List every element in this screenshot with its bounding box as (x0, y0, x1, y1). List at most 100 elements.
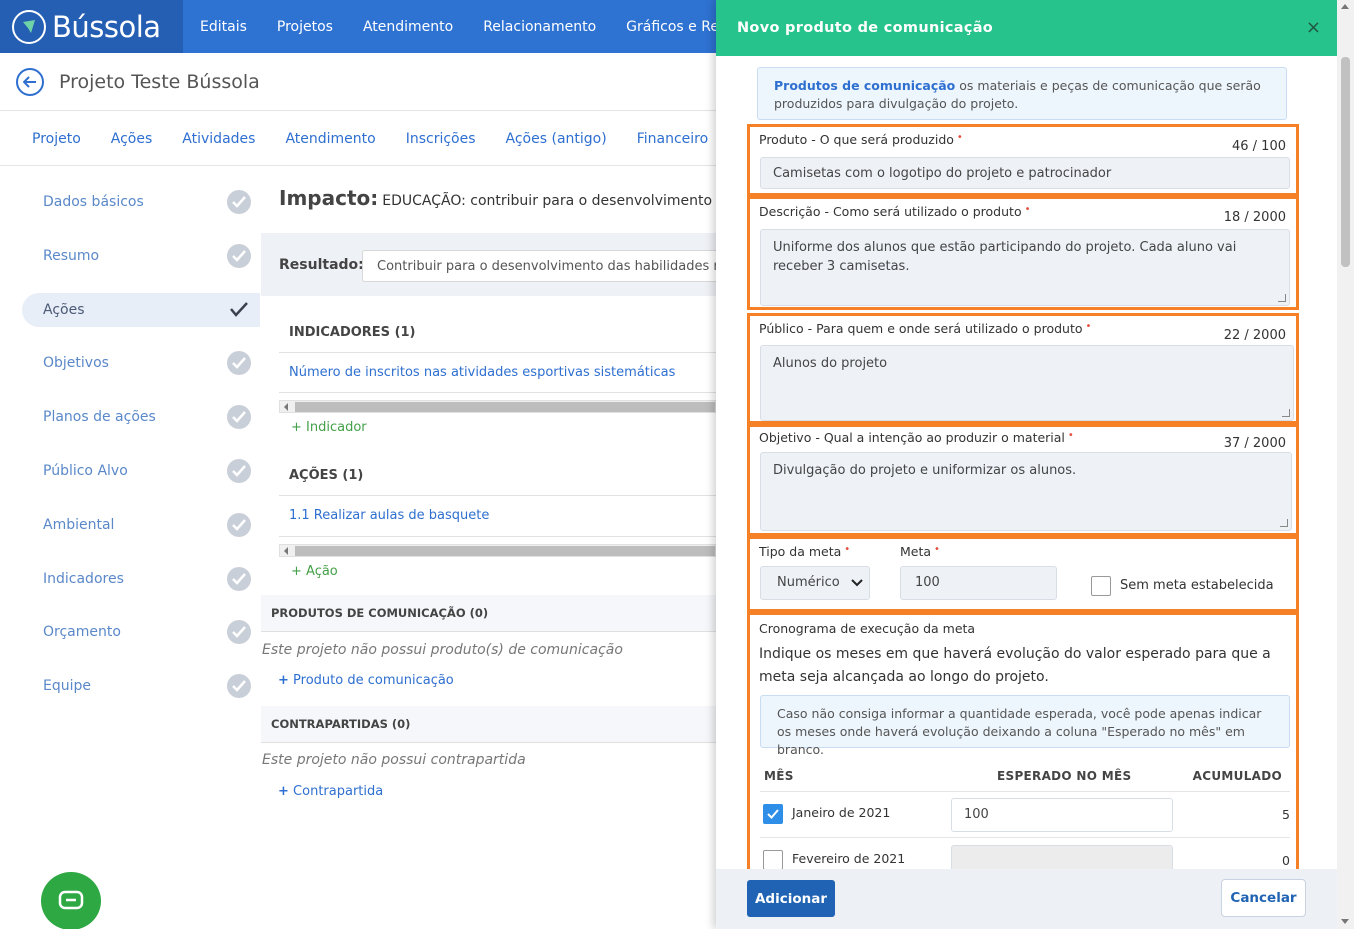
tab-projeto[interactable]: Projeto (32, 131, 81, 147)
horizontal-scrollbar[interactable] (279, 544, 716, 557)
products-empty-text: Este projeto não possui produto(s) de co… (262, 642, 623, 658)
resize-handle[interactable] (1278, 294, 1286, 302)
close-icon[interactable]: × (1306, 17, 1321, 38)
month-checkbox[interactable] (763, 804, 783, 824)
tab-atividades[interactable]: Atividades (182, 131, 255, 147)
nav-relacionamento[interactable]: Relacionamento (483, 19, 596, 35)
nav-editais[interactable]: Editais (200, 19, 247, 35)
indicator-link[interactable]: Número de inscritos nas atividades espor… (289, 365, 675, 380)
objetivo-textarea[interactable]: Divulgação do projeto e uniformizar os a… (760, 452, 1292, 531)
counterparts-empty-text: Este projeto não possui contrapartida (262, 752, 526, 768)
add-product-button[interactable]: + Produto de comunicação (278, 673, 454, 688)
add-button[interactable]: Adicionar (747, 880, 835, 917)
tab-atendimento[interactable]: Atendimento (285, 131, 375, 147)
objetivo-value: Divulgação do projeto e uniformizar os a… (773, 463, 1077, 478)
sidebar-item-equipe[interactable]: Equipe (22, 669, 260, 703)
sidebar-item-label: Ações (43, 301, 85, 318)
sidebar-item-dados-basicos[interactable]: Dados básicos (22, 185, 260, 219)
required-mark: • (1024, 204, 1031, 215)
sem-meta-label: Sem meta estabelecida (1120, 578, 1274, 593)
descricao-counter: 18 / 2000 (1223, 210, 1286, 225)
col-expected: ESPERADO NO MÊS (997, 769, 1132, 783)
scroll-up-icon[interactable] (1341, 4, 1349, 9)
sidebar-item-label: Objetivos (43, 355, 109, 372)
tab-acoes-antigo[interactable]: Ações (antigo) (506, 131, 607, 147)
scroll-thumb[interactable] (295, 402, 715, 412)
sidebar-item-label: Orçamento (43, 624, 121, 641)
sidebar-item-label: Dados básicos (43, 194, 144, 210)
produto-section: Produto - O que será produzido • 46 / 100… (747, 124, 1299, 196)
sidebar-item-publico-alvo[interactable]: Público Alvo (22, 454, 260, 488)
cancel-button[interactable]: Cancelar (1221, 879, 1306, 917)
produto-label-text: Produto - O que será produzido (759, 132, 954, 147)
impact-label: Impacto: (279, 186, 379, 210)
modal-scrollbar[interactable] (1337, 0, 1354, 929)
cronograma-label: Cronograma de execução da meta (759, 621, 976, 636)
required-mark: • (934, 544, 940, 555)
sidebar-item-ambiental[interactable]: Ambiental (22, 508, 260, 542)
cronograma-section: Cronograma de execução da meta Indique o… (747, 612, 1299, 872)
tab-inscricoes[interactable]: Inscrições (406, 131, 476, 147)
month-checkbox[interactable] (763, 850, 783, 869)
check-icon (227, 620, 251, 645)
chat-button[interactable] (41, 872, 101, 929)
impact-heading: Impacto: EDUCAÇÃO: contribuir para o dese… (279, 186, 716, 210)
divider (279, 352, 716, 353)
check-icon (227, 243, 251, 268)
produto-input[interactable]: Camisetas com o logotipo do projeto e pa… (760, 157, 1290, 189)
sem-meta-checkbox[interactable] (1091, 576, 1111, 596)
sidebar-item-acoes[interactable]: Ações (22, 292, 260, 327)
action-link[interactable]: 1.1 Realizar aulas de basquete (289, 508, 489, 523)
horizontal-scrollbar[interactable] (279, 400, 716, 413)
resize-handle[interactable] (1280, 519, 1288, 527)
divider (279, 392, 716, 393)
expected-input[interactable] (951, 845, 1173, 869)
result-label: Resultado: (279, 257, 364, 273)
tipo-meta-select[interactable]: Numérico (760, 566, 870, 600)
sidebar-item-indicadores[interactable]: Indicadores (22, 562, 260, 596)
sidebar-item-label: Público Alvo (43, 462, 128, 479)
check-icon (227, 351, 251, 376)
scroll-down-icon[interactable] (1341, 919, 1349, 924)
publico-textarea[interactable]: Alunos do projeto (760, 345, 1294, 421)
sidebar-item-orcamento[interactable]: Orçamento (22, 615, 260, 649)
sidebar-item-resumo[interactable]: Resumo (22, 239, 260, 273)
modal-header: Novo produto de comunicação × (716, 0, 1337, 56)
tab-acoes[interactable]: Ações (111, 131, 153, 147)
new-product-modal: Novo produto de comunicação × Produtos d… (716, 0, 1354, 929)
sidebar-item-objetivos[interactable]: Objetivos (22, 346, 260, 380)
add-counterpart-label: Contrapartida (293, 784, 384, 799)
back-button[interactable] (16, 67, 44, 96)
add-action-button[interactable]: + Ação (291, 564, 338, 579)
sidebar-item-label: Ambiental (43, 516, 115, 533)
scroll-thumb[interactable] (295, 546, 715, 556)
resize-handle[interactable] (1282, 409, 1290, 417)
divider (279, 536, 716, 537)
add-indicator-button[interactable]: + Indicador (291, 420, 367, 435)
nav-projetos[interactable]: Projetos (277, 19, 333, 35)
actions-title: AÇÕES (1) (289, 468, 364, 483)
project-tabs: Projeto Ações Atividades Atendimento Ins… (0, 112, 752, 166)
check-icon (767, 809, 779, 819)
add-indicator-label: Indicador (306, 420, 367, 435)
check-icon (227, 405, 251, 430)
publico-label: Público - Para quem e onde será utilizad… (759, 321, 1091, 336)
objetivo-label-text: Objetivo - Qual a intenção ao produzir o… (759, 430, 1065, 445)
scroll-left-icon (284, 547, 288, 555)
add-counterpart-button[interactable]: + Contrapartida (278, 784, 383, 799)
expected-input[interactable]: 100 (951, 798, 1173, 832)
check-icon (227, 190, 251, 214)
brand-logo[interactable]: Bússola (0, 0, 183, 53)
tab-financeiro[interactable]: Financeiro (637, 131, 708, 147)
chevron-down-icon (851, 579, 863, 587)
sidebar-item-planos-de-acoes[interactable]: Planos de ações (22, 400, 260, 434)
result-select[interactable]: Contribuir para o desenvolvimento das ha… (362, 250, 716, 282)
descricao-textarea[interactable]: Uniforme dos alunos que estão participan… (760, 229, 1290, 306)
meta-input[interactable]: 100 (900, 566, 1057, 600)
required-mark: • (956, 132, 963, 143)
descricao-label-text: Descrição - Como será utilizado o produt… (759, 204, 1022, 219)
top-nav-menu: Editais Projetos Atendimento Relacioname… (200, 0, 761, 53)
scroll-thumb[interactable] (1341, 57, 1350, 267)
nav-atendimento[interactable]: Atendimento (363, 19, 453, 35)
page-header: Projeto Teste Bússola (0, 53, 716, 111)
